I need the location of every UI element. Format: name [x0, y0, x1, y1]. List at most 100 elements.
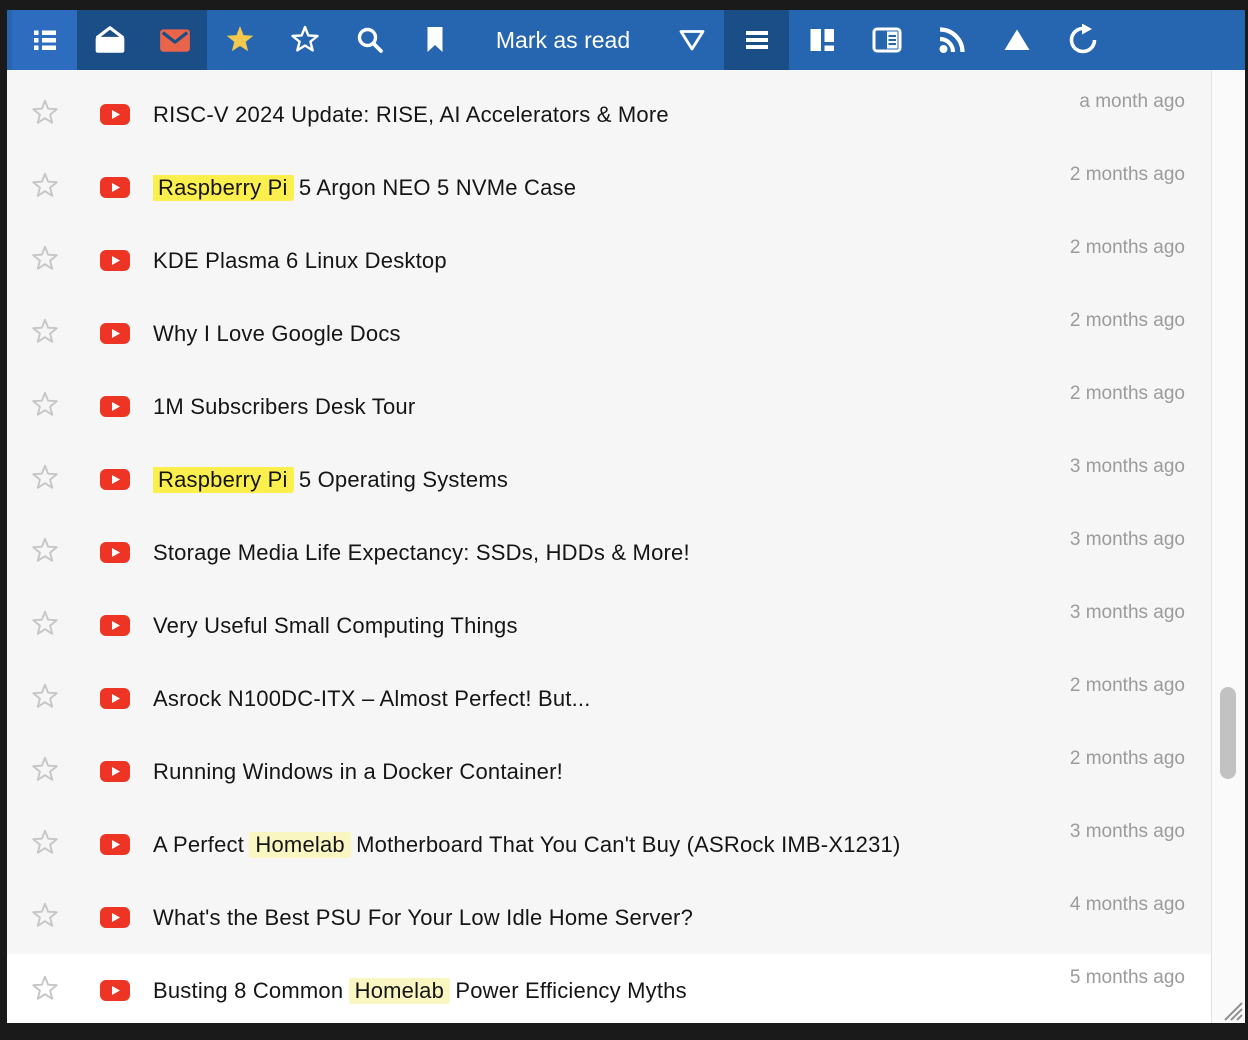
- item-title: 1M Subscribers Desk Tour: [153, 394, 1070, 420]
- item-age: 5 months ago: [1070, 967, 1185, 989]
- youtube-play-icon: [100, 469, 130, 490]
- star-outline-icon: [29, 389, 61, 424]
- title-text: A Perfect: [153, 832, 250, 857]
- item-star-toggle[interactable]: [28, 828, 62, 862]
- triangle-up-icon: [1001, 24, 1033, 56]
- grid-layout-icon: [806, 24, 838, 56]
- feed-item-row[interactable]: Asrock N100DC-ITX – Almost Perfect! But.…: [7, 662, 1245, 735]
- star-outline-icon: [29, 973, 61, 1008]
- youtube-play-icon: [100, 250, 130, 271]
- title-text: 5 Argon NEO 5 NVMe Case: [293, 175, 577, 200]
- star-outline-icon: [29, 608, 61, 643]
- refresh-icon: [1066, 24, 1098, 56]
- item-title: Busting 8 Common Homelab Power Efficienc…: [153, 978, 1070, 1004]
- feed-item-row[interactable]: Raspberry Pi 5 Operating Systems 3 month…: [7, 443, 1245, 516]
- title-text: Busting 8 Common: [153, 978, 350, 1003]
- show-unread-button[interactable]: [142, 10, 207, 70]
- hamburger-menu-icon: [741, 24, 773, 56]
- item-star-toggle[interactable]: [28, 390, 62, 424]
- item-age: 2 months ago: [1070, 748, 1185, 770]
- star-outline-icon: [29, 681, 61, 716]
- item-list: RISC-V 2024 Update: RISE, AI Accelerator…: [7, 70, 1245, 1023]
- feed-item-row[interactable]: KDE Plasma 6 Linux Desktop 2 months ago: [7, 224, 1245, 297]
- list-view-button[interactable]: [12, 10, 77, 70]
- item-star-toggle[interactable]: [28, 682, 62, 716]
- toggle-star-button[interactable]: [272, 10, 337, 70]
- youtube-play-icon: [100, 761, 130, 782]
- feed-item-row[interactable]: Raspberry Pi 5 Argon NEO 5 NVMe Case 2 m…: [7, 151, 1245, 224]
- scrollbar-thumb[interactable]: [1220, 687, 1236, 779]
- feed-item-row[interactable]: What's the Best PSU For Your Low Idle Ho…: [7, 881, 1245, 954]
- star-outline-icon: [29, 97, 61, 132]
- star-outline-icon: [29, 462, 61, 497]
- item-age: 2 months ago: [1070, 383, 1185, 405]
- window-resize-grip[interactable]: [1217, 995, 1243, 1021]
- article-view-button[interactable]: [854, 10, 919, 70]
- filter-triangle-down-icon: [676, 24, 708, 56]
- show-starred-button[interactable]: [207, 10, 272, 70]
- youtube-play-icon: [100, 688, 130, 709]
- star-outline-icon: [29, 827, 61, 862]
- title-text: Motherboard That You Can't Buy (ASRock I…: [350, 832, 901, 857]
- scroll-to-top-button[interactable]: [984, 10, 1049, 70]
- feed-item-row[interactable]: Running Windows in a Docker Container! 2…: [7, 735, 1245, 808]
- feed-item-row[interactable]: Why I Love Google Docs 2 months ago: [7, 297, 1245, 370]
- item-age: 2 months ago: [1070, 675, 1185, 697]
- feed-item-row[interactable]: A Perfect Homelab Motherboard That You C…: [7, 808, 1245, 881]
- item-star-toggle[interactable]: [28, 171, 62, 205]
- rss-feed-button[interactable]: [919, 10, 984, 70]
- search-term-highlight: Homelab: [249, 832, 350, 858]
- item-star-toggle[interactable]: [28, 463, 62, 497]
- item-star-toggle[interactable]: [28, 98, 62, 132]
- title-text: RISC-V 2024 Update: RISE, AI Accelerator…: [153, 102, 669, 127]
- list-view-icon: [29, 24, 61, 56]
- refresh-button[interactable]: [1049, 10, 1114, 70]
- menu-button[interactable]: [724, 10, 789, 70]
- title-text: Storage Media Life Expectancy: SSDs, HDD…: [153, 540, 690, 565]
- youtube-play-icon: [100, 542, 130, 563]
- item-age: 2 months ago: [1070, 237, 1185, 259]
- item-title: Very Useful Small Computing Things: [153, 613, 1070, 639]
- feed-item-row[interactable]: Storage Media Life Expectancy: SSDs, HDD…: [7, 516, 1245, 589]
- youtube-play-icon: [100, 396, 130, 417]
- search-term-highlight: Raspberry Pi: [153, 175, 294, 201]
- show-read-button[interactable]: [77, 10, 142, 70]
- title-text: Running Windows in a Docker Container!: [153, 759, 563, 784]
- item-star-toggle[interactable]: [28, 244, 62, 278]
- feed-item-row[interactable]: RISC-V 2024 Update: RISE, AI Accelerator…: [7, 78, 1245, 151]
- filter-dropdown-button[interactable]: [659, 10, 724, 70]
- scrollbar-track[interactable]: [1211, 70, 1245, 1023]
- item-star-toggle[interactable]: [28, 755, 62, 789]
- youtube-play-icon: [100, 834, 130, 855]
- item-title: Raspberry Pi 5 Argon NEO 5 NVMe Case: [153, 175, 1070, 201]
- feed-item-row[interactable]: 1M Subscribers Desk Tour 2 months ago: [7, 370, 1245, 443]
- item-age: 3 months ago: [1070, 456, 1185, 478]
- item-age: 2 months ago: [1070, 310, 1185, 332]
- mark-as-read-button[interactable]: Mark as read: [467, 10, 659, 70]
- search-term-highlight: Raspberry Pi: [153, 467, 294, 493]
- search-term-highlight: Homelab: [349, 978, 450, 1004]
- title-text: Why I Love Google Docs: [153, 321, 401, 346]
- star-outline-icon: [29, 316, 61, 351]
- title-text: What's the Best PSU For Your Low Idle Ho…: [153, 905, 693, 930]
- star-filled-icon: [223, 23, 257, 57]
- item-star-toggle[interactable]: [28, 974, 62, 1008]
- item-age: 2 months ago: [1070, 164, 1185, 186]
- item-star-toggle[interactable]: [28, 536, 62, 570]
- star-outline-icon: [288, 23, 322, 57]
- item-title: Storage Media Life Expectancy: SSDs, HDD…: [153, 540, 1070, 566]
- item-star-toggle[interactable]: [28, 609, 62, 643]
- feed-item-row[interactable]: Very Useful Small Computing Things 3 mon…: [7, 589, 1245, 662]
- item-title: Why I Love Google Docs: [153, 321, 1070, 347]
- youtube-play-icon: [100, 980, 130, 1001]
- item-star-toggle[interactable]: [28, 317, 62, 351]
- item-age: 3 months ago: [1070, 821, 1185, 843]
- item-star-toggle[interactable]: [28, 901, 62, 935]
- bookmark-button[interactable]: [402, 10, 467, 70]
- star-outline-icon: [29, 900, 61, 935]
- item-age: 4 months ago: [1070, 894, 1185, 916]
- feed-item-row[interactable]: Busting 8 Common Homelab Power Efficienc…: [7, 954, 1245, 1023]
- title-text: Asrock N100DC-ITX – Almost Perfect! But.…: [153, 686, 591, 711]
- search-button[interactable]: [337, 10, 402, 70]
- grid-layout-button[interactable]: [789, 10, 854, 70]
